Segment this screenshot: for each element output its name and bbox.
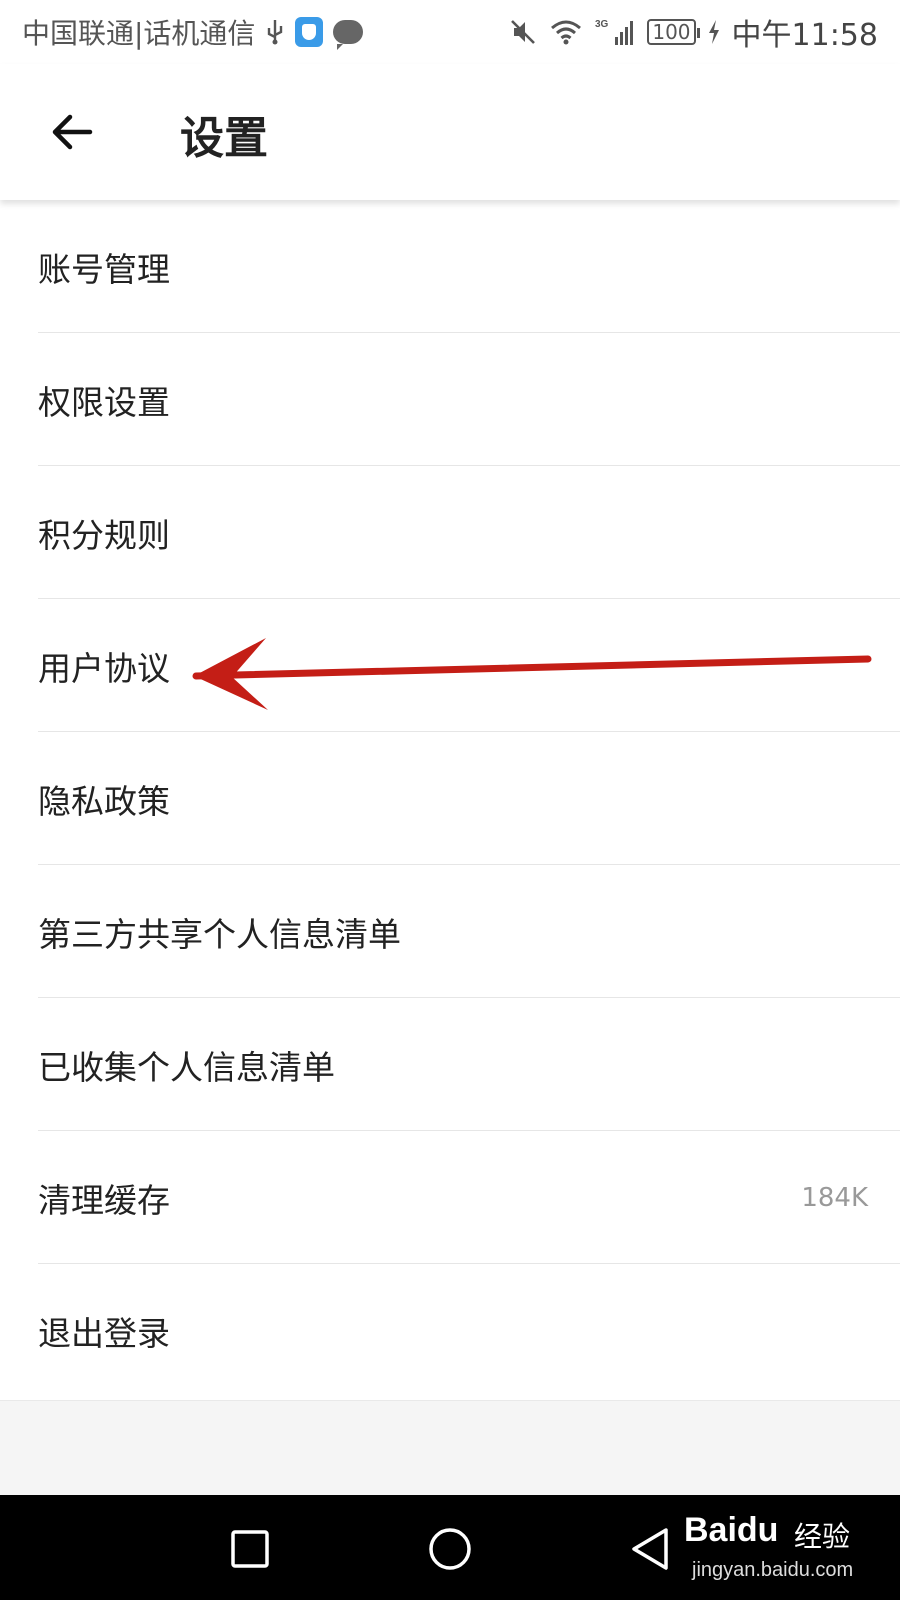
item-label: 清理缓存 xyxy=(38,1180,170,1220)
settings-list: 账号管理 权限设置 积分规则 用户协议 隐私政策 第三方共享个人信息清单 已收集… xyxy=(0,200,900,1397)
battery-icon: 100 xyxy=(647,19,700,45)
settings-item-account[interactable]: 账号管理 xyxy=(0,200,900,333)
item-label: 隐私政策 xyxy=(38,781,170,821)
back-button[interactable] xyxy=(40,104,104,160)
page-title: 设置 xyxy=(180,113,268,164)
usb-icon xyxy=(265,18,285,46)
settings-item-third-party-sharing[interactable]: 第三方共享个人信息清单 xyxy=(0,865,900,998)
item-label: 退出登录 xyxy=(38,1313,170,1353)
watermark-url: jingyan.baidu.com xyxy=(692,1559,854,1581)
item-label: 积分规则 xyxy=(38,515,170,555)
settings-item-points-rules[interactable]: 积分规则 xyxy=(0,466,900,599)
chat-icon xyxy=(333,20,364,50)
settings-item-user-agreement[interactable]: 用户协议 xyxy=(0,599,900,732)
status-bar: 中国联通|话机通信 3G 100 中午11:58 xyxy=(0,0,900,64)
item-label: 账号管理 xyxy=(38,249,170,289)
settings-item-logout[interactable]: 退出登录 xyxy=(0,1264,900,1397)
app-header: 设置 xyxy=(0,64,900,200)
arrow-left-icon xyxy=(52,114,93,150)
carrier-label: 中国联通|话机通信 xyxy=(22,17,256,50)
recent-apps-button[interactable] xyxy=(222,1521,278,1577)
cache-size-value: 184K xyxy=(801,1182,868,1213)
system-nav-bar: Baidu 经验 jingyan.baidu.com xyxy=(0,1495,900,1600)
watermark-brand: 经验 xyxy=(794,1520,851,1553)
item-label: 权限设置 xyxy=(38,382,170,422)
shield-app-icon xyxy=(295,17,324,47)
watermark-logo: Baidu xyxy=(684,1511,779,1549)
signal-icon: 3G xyxy=(595,17,635,47)
recent-apps-icon xyxy=(231,1530,269,1568)
settings-item-clear-cache[interactable]: 清理缓存 184K xyxy=(0,1131,900,1264)
home-button[interactable] xyxy=(422,1521,478,1577)
back-triangle-icon xyxy=(632,1528,668,1570)
status-right: 3G 100 中午11:58 xyxy=(509,10,878,54)
home-icon xyxy=(429,1528,471,1570)
list-footer-area xyxy=(0,1400,900,1495)
settings-item-privacy-policy[interactable]: 隐私政策 xyxy=(0,732,900,865)
mute-icon xyxy=(509,18,537,46)
baidu-jingyan-watermark: Baidu 经验 jingyan.baidu.com xyxy=(684,1511,874,1591)
system-back-button[interactable] xyxy=(622,1521,678,1577)
item-label: 已收集个人信息清单 xyxy=(38,1047,335,1087)
settings-item-permissions[interactable]: 权限设置 xyxy=(0,333,900,466)
status-left: 中国联通|话机通信 xyxy=(22,12,364,52)
charging-icon xyxy=(708,20,720,44)
item-label: 第三方共享个人信息清单 xyxy=(38,914,401,954)
status-time: 中午11:58 xyxy=(731,18,878,53)
item-label: 用户协议 xyxy=(38,648,170,688)
battery-level: 100 xyxy=(652,20,691,44)
settings-item-collected-info[interactable]: 已收集个人信息清单 xyxy=(0,998,900,1131)
wifi-icon xyxy=(549,18,583,46)
network-type-label: 3G xyxy=(595,19,609,30)
